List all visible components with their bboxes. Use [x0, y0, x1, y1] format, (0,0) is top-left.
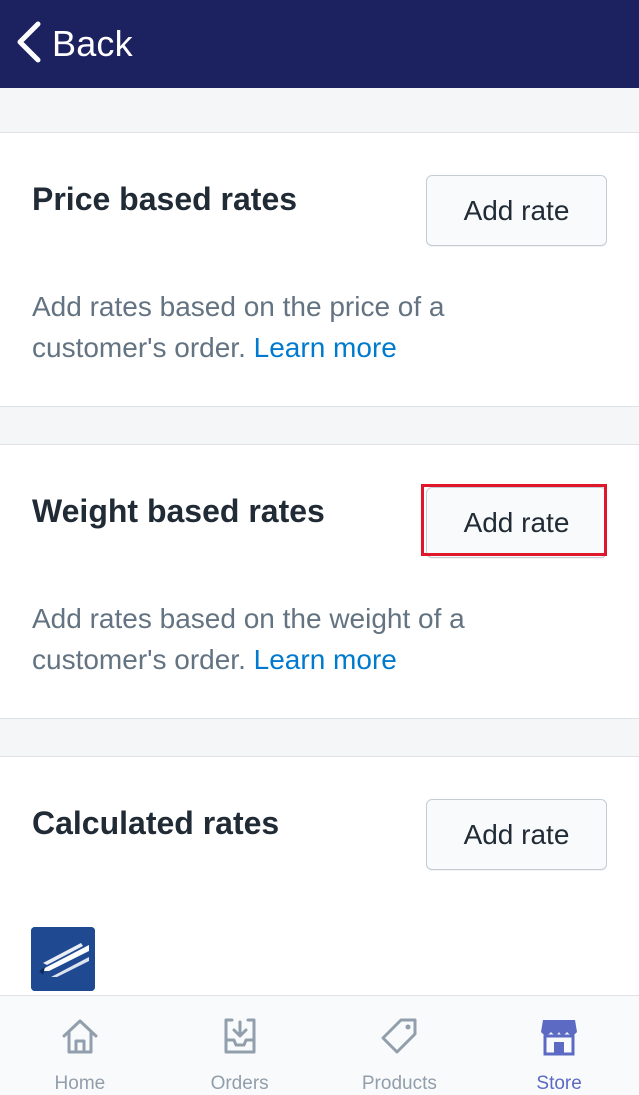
orders-inbox-icon [218, 1014, 262, 1063]
tab-products[interactable]: Products [320, 996, 480, 1095]
section-title: Calculated rates [32, 805, 280, 841]
price-based-rates-card: Price based rates Add rate Add rates bas… [0, 132, 639, 407]
section-description: Add rates based on the weight of a custo… [32, 598, 572, 680]
section-title: Price based rates [32, 181, 298, 217]
store-icon [537, 1014, 581, 1063]
section-title: Weight based rates [32, 493, 325, 529]
learn-more-link[interactable]: Learn more [254, 644, 397, 675]
back-label: Back [52, 23, 133, 64]
tab-home[interactable]: Home [0, 996, 160, 1095]
tab-label: Orders [210, 1073, 269, 1094]
calculated-rates-card: Calculated rates Add rate [0, 756, 639, 1016]
tag-icon [377, 1014, 421, 1063]
section-description: Add rates based on the price of a custom… [32, 286, 572, 368]
back-button[interactable]: Back [0, 0, 133, 88]
learn-more-link[interactable]: Learn more [254, 332, 397, 363]
description-text: Add rates based on the weight of a custo… [32, 603, 465, 675]
tab-label: Home [54, 1073, 106, 1094]
bottom-tab-bar: Home Orders Products Store [0, 995, 639, 1095]
chevron-left-icon [14, 20, 44, 69]
usps-eagle-icon [31, 927, 95, 991]
home-icon [58, 1014, 102, 1063]
add-price-rate-button[interactable]: Add rate [426, 175, 607, 246]
tab-label: Store [536, 1073, 582, 1094]
add-calculated-rate-button[interactable]: Add rate [426, 799, 607, 870]
tab-store[interactable]: Store [479, 996, 639, 1095]
tab-label: Products [361, 1073, 437, 1094]
top-nav-bar: Back [0, 0, 639, 88]
tab-orders[interactable]: Orders [160, 996, 320, 1095]
add-weight-rate-button[interactable]: Add rate [426, 487, 607, 558]
weight-based-rates-card: Weight based rates Add rate Add rates ba… [0, 444, 639, 719]
